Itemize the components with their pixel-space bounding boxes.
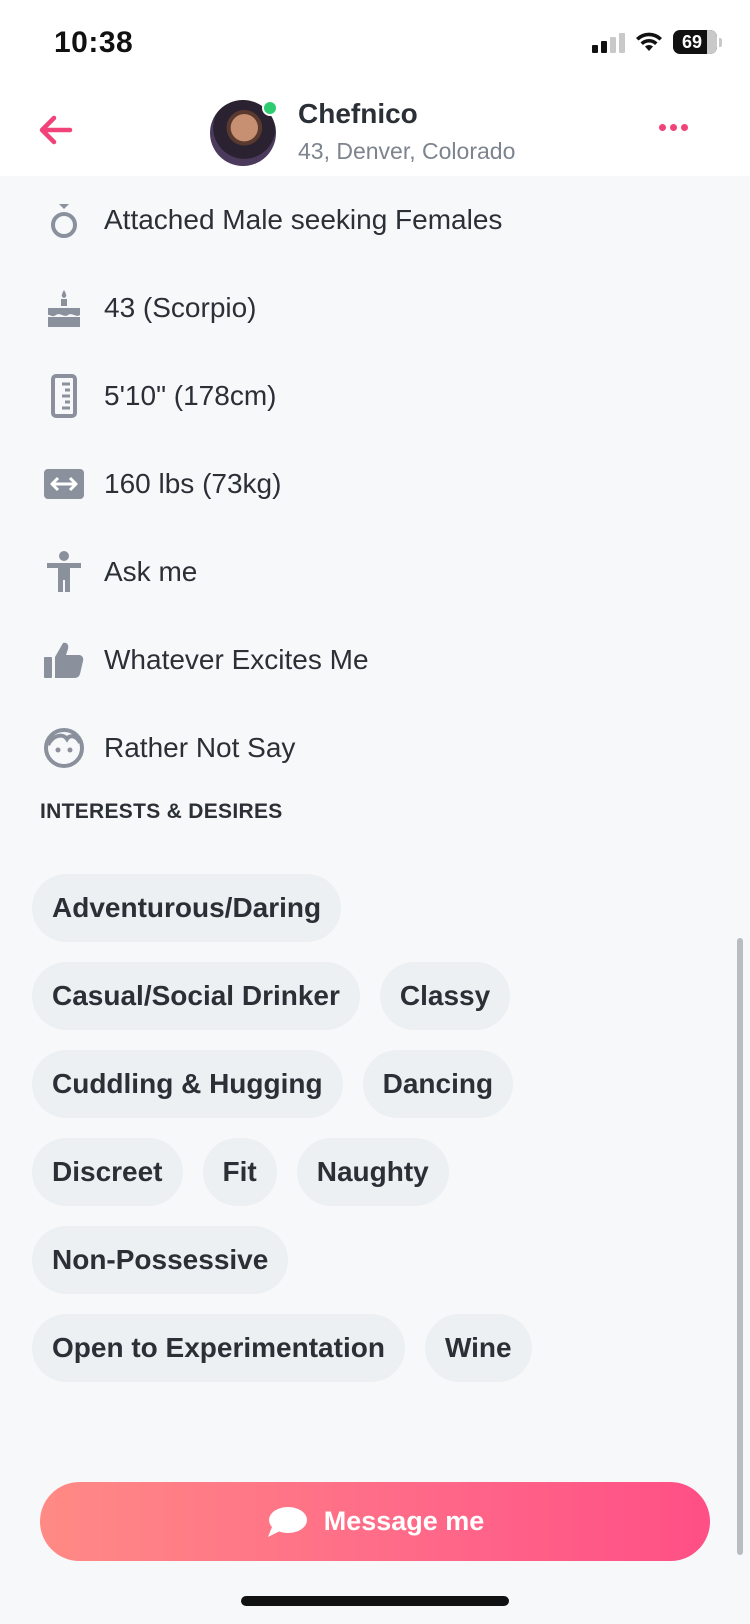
battery-icon: 69: [673, 30, 717, 54]
scrollbar[interactable]: [737, 938, 743, 1555]
chip-row: Discreet Fit Naughty: [32, 1138, 712, 1206]
message-me-label: Message me: [323, 1506, 485, 1536]
ring-icon: [42, 198, 86, 242]
status-icons: 69: [592, 30, 722, 54]
home-indicator[interactable]: [241, 1596, 509, 1606]
interest-chip[interactable]: Classy: [379, 962, 511, 1030]
interest-chip[interactable]: Naughty: [296, 1138, 449, 1206]
detail-relationship: Attached Male seeking Females: [0, 176, 750, 264]
interests-section-title: INTERESTS & DESIRES: [40, 800, 283, 823]
interest-chip[interactable]: Casual/Social Drinker: [32, 962, 360, 1030]
profile-location: 43, Denver, Colorado: [298, 138, 516, 164]
profile-username: Chefnico: [298, 98, 418, 129]
weight-icon: [42, 462, 86, 506]
face-icon: [42, 726, 86, 770]
profile-details: Attached Male seeking Females 43 (Scorpi…: [0, 176, 750, 792]
detail-height-text: 5'10" (178cm): [104, 380, 277, 411]
ruler-icon: [42, 374, 86, 418]
status-time: 10:38: [54, 26, 134, 59]
detail-age: 43 (Scorpio): [0, 264, 750, 352]
detail-ethnicity-text: Rather Not Say: [104, 732, 296, 763]
status-bar: 10:38 69: [0, 0, 750, 88]
interest-chip[interactable]: Fit: [202, 1138, 277, 1206]
chip-row: Open to Experimentation Wine: [32, 1314, 712, 1382]
interest-chip[interactable]: Non-Possessive: [32, 1226, 289, 1294]
chat-bubble-icon: [267, 1506, 307, 1537]
interest-chip[interactable]: Discreet: [32, 1138, 183, 1206]
chip-row: Cuddling & Hugging Dancing: [32, 1050, 712, 1118]
profile-header: Chefnico 43, Denver, Colorado: [0, 88, 750, 176]
detail-relationship-text: Attached Male seeking Females: [104, 204, 503, 235]
back-arrow-icon: [39, 115, 73, 145]
detail-body-type-text: Ask me: [104, 556, 198, 587]
interest-chip[interactable]: Adventurous/Daring: [32, 874, 342, 942]
cake-icon: [42, 286, 86, 330]
chip-row: Non-Possessive: [32, 1226, 712, 1294]
online-status-dot: [262, 100, 278, 116]
wifi-icon: [636, 32, 662, 51]
message-me-button[interactable]: Message me: [40, 1482, 710, 1561]
detail-age-text: 43 (Scorpio): [104, 292, 257, 323]
detail-preferences: Whatever Excites Me: [0, 616, 750, 704]
interest-chip[interactable]: Open to Experimentation: [32, 1314, 405, 1382]
interest-chip[interactable]: Dancing: [362, 1050, 514, 1118]
chip-row: Adventurous/Daring: [32, 874, 712, 942]
interests-chip-list: Adventurous/Daring Casual/Social Drinker…: [32, 874, 712, 1402]
back-button[interactable]: [34, 108, 78, 152]
thumbs-up-icon: [42, 638, 86, 682]
detail-weight-text: 160 lbs (73kg): [104, 468, 282, 499]
body-icon: [42, 550, 86, 594]
detail-ethnicity: Rather Not Say: [0, 704, 750, 792]
detail-preferences-text: Whatever Excites Me: [104, 644, 369, 675]
chip-row: Casual/Social Drinker Classy: [32, 962, 712, 1030]
interest-chip[interactable]: Cuddling & Hugging: [32, 1050, 343, 1118]
detail-body-type: Ask me: [0, 528, 750, 616]
battery-level: 69: [681, 31, 703, 52]
detail-height: 5'10" (178cm): [0, 352, 750, 440]
more-options-button[interactable]: [659, 124, 688, 131]
interest-chip[interactable]: Wine: [424, 1314, 532, 1382]
cellular-signal-icon: [592, 31, 625, 53]
detail-weight: 160 lbs (73kg): [0, 440, 750, 528]
